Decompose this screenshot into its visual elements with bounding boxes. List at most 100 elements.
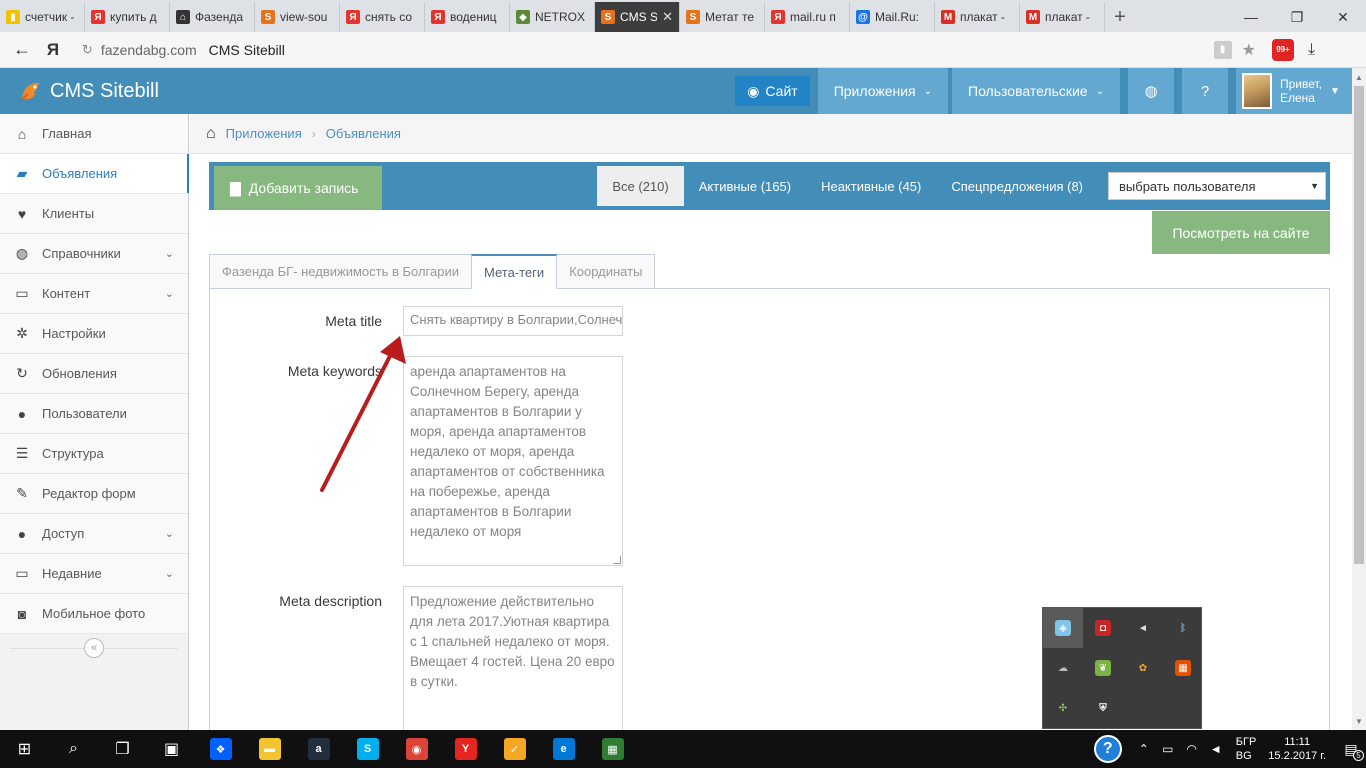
form-tab[interactable]: Мета-теги	[471, 254, 558, 289]
apps-dropdown[interactable]: Приложения ⌄	[817, 68, 949, 114]
back-arrow-icon[interactable]: ←	[0, 39, 44, 60]
close-tab-icon[interactable]: ✕	[662, 9, 673, 25]
page-scrollbar[interactable]: ▲ ▼	[1352, 68, 1366, 730]
store-icon[interactable]: ▣	[147, 730, 196, 768]
taskbar-app[interactable]: e	[539, 730, 588, 768]
tray-item[interactable]: ◄	[1123, 608, 1163, 648]
browser-tab[interactable]: ◆ NETROX	[510, 2, 595, 32]
sidebar-item[interactable]: ☰ Структура	[0, 434, 188, 474]
download-icon[interactable]: ⤓	[1308, 41, 1315, 59]
home-icon[interactable]: ⌂	[206, 125, 216, 143]
minimize-icon[interactable]: —	[1228, 2, 1274, 32]
taskbar-app[interactable]: ▬	[245, 730, 294, 768]
windows-start-icon[interactable]: ⊞	[0, 730, 49, 768]
user-menu-dropdown[interactable]: Пользовательские ⌄	[952, 68, 1120, 114]
volume-icon[interactable]: ◄	[1204, 742, 1228, 756]
user-select-dropdown[interactable]: выбрать пользователя ▼	[1108, 172, 1326, 200]
notification-center-icon[interactable]: ▤ 5	[1336, 730, 1366, 768]
tray-item[interactable]: ᛒ	[1163, 608, 1203, 648]
sidebar-item[interactable]: ⌂ Главная	[0, 114, 188, 154]
help-circle-icon[interactable]: ?	[1093, 735, 1122, 763]
meta-keywords-textarea[interactable]: аренда апартаментов на Солнечном Берегу,…	[403, 356, 623, 566]
sidebar-item[interactable]: ♥ Клиенты	[0, 194, 188, 234]
browser-tab[interactable]: Mплакат -	[935, 2, 1020, 32]
browser-tab[interactable]: ▮ счетчик -	[0, 2, 85, 32]
browser-tab[interactable]: @ Mail.Ru:	[850, 2, 935, 32]
lock-icon[interactable]: ▮	[1213, 40, 1232, 59]
taskbar-app[interactable]: ❖	[196, 730, 245, 768]
input-language[interactable]: БГР BG	[1236, 735, 1257, 763]
add-record-button[interactable]: ▇ Добавить запись	[214, 166, 382, 210]
taskbar-app[interactable]: a	[294, 730, 343, 768]
tray-item[interactable]: ◘	[1083, 608, 1123, 648]
tray-item[interactable]: ⛨	[1083, 688, 1123, 728]
sidebar-item[interactable]: ↻ Обновления	[0, 354, 188, 394]
sidebar-item[interactable]: ● Доступ ⌄	[0, 514, 188, 554]
add-record-label: Добавить запись	[248, 180, 359, 196]
status-filter-tab[interactable]: Неактивные (45)	[806, 166, 936, 206]
chevron-up-icon[interactable]: ⌃	[1132, 742, 1156, 756]
taskbar-app[interactable]: ◉	[392, 730, 441, 768]
globe-button[interactable]: ◍	[1128, 68, 1174, 114]
tray-item[interactable]: ▦	[1163, 648, 1203, 688]
search-icon[interactable]: ⌕	[49, 730, 98, 768]
new-tab-button[interactable]: +	[1105, 2, 1135, 32]
site-button[interactable]: ◉ Сайт	[735, 76, 810, 106]
user-profile-menu[interactable]: Привет, Елена ▼	[1236, 68, 1352, 114]
wifi-icon[interactable]: ◠	[1180, 742, 1204, 756]
sidebar-item[interactable]: ▭ Контент ⌄	[0, 274, 188, 314]
taskbar-app[interactable]: Y	[441, 730, 490, 768]
status-filter-tab[interactable]: Все (210)	[597, 166, 684, 206]
restore-icon[interactable]: ❐	[1274, 2, 1320, 32]
reload-icon[interactable]: ↻	[82, 42, 93, 58]
close-window-icon[interactable]: ✕	[1320, 2, 1366, 32]
meta-title-input[interactable]: Снять квартиру в Болгарии,Солнечный Бере…	[403, 306, 623, 336]
extension-badge-icon[interactable]: 99+	[1272, 38, 1294, 61]
tab-favicon-icon: ◆	[516, 10, 530, 24]
browser-tab[interactable]: S CMS S ✕	[595, 2, 680, 32]
browser-tab[interactable]: S Метат те	[680, 2, 765, 32]
tray-item[interactable]: ✣	[1043, 688, 1083, 728]
taskbar-app[interactable]: ▦	[588, 730, 637, 768]
scroll-up-icon[interactable]: ▲	[1352, 70, 1366, 84]
status-filter-tab[interactable]: Спецпредложения (8)	[936, 166, 1098, 206]
brand[interactable]: CMS Sitebill	[0, 78, 159, 104]
resize-handle-icon[interactable]	[613, 556, 621, 564]
sidebar-item[interactable]: ● Пользователи	[0, 394, 188, 434]
taskbar-app[interactable]: ✓	[490, 730, 539, 768]
browser-tab[interactable]: ⌂ Фазенда	[170, 2, 255, 32]
breadcrumb-link-ads[interactable]: Объявления	[326, 126, 401, 141]
help-button[interactable]: ?	[1182, 68, 1228, 114]
browser-tab[interactable]: Яmail.ru п	[765, 2, 850, 32]
tray-item[interactable]: ✿	[1123, 648, 1163, 688]
tray-item[interactable]: ❦	[1083, 648, 1123, 688]
status-filter-tab[interactable]: Активные (165)	[684, 166, 806, 206]
browser-tab[interactable]: Mплакат -	[1020, 2, 1105, 32]
form-tab[interactable]: Координаты	[556, 254, 656, 289]
sidebar-item[interactable]: ◙ Мобильное фото	[0, 594, 188, 634]
yandex-logo-icon[interactable]: Я	[44, 40, 62, 60]
battery-icon[interactable]: ▭	[1156, 742, 1180, 756]
bookmark-star-icon[interactable]: ★	[1242, 40, 1256, 60]
browser-tab[interactable]: Sview-sou	[255, 2, 340, 32]
sidebar-item[interactable]: ▭ Недавние ⌄	[0, 554, 188, 594]
tray-item[interactable]: ☁	[1043, 648, 1083, 688]
browser-tab[interactable]: Яводениц	[425, 2, 510, 32]
sidebar-item[interactable]: ◍ Справочники ⌄	[0, 234, 188, 274]
browser-tab[interactable]: Якупить д	[85, 2, 170, 32]
scrollbar-thumb[interactable]	[1354, 86, 1364, 564]
sidebar-item[interactable]: ▰ Объявления	[0, 154, 189, 194]
clock[interactable]: 11:11 15.2.2017 г.	[1268, 735, 1326, 763]
task-view-icon[interactable]: ❐	[98, 730, 147, 768]
breadcrumb-link-apps[interactable]: Приложения	[226, 126, 302, 141]
sidebar-item[interactable]: ✲ Настройки	[0, 314, 188, 354]
taskbar-app[interactable]: S	[343, 730, 392, 768]
collapse-sidebar-icon[interactable]: «	[84, 638, 104, 658]
scroll-down-icon[interactable]: ▼	[1352, 714, 1366, 728]
view-on-site-button[interactable]: Посмотреть на сайте	[1152, 211, 1330, 254]
browser-tab[interactable]: Яснять со	[340, 2, 425, 32]
url-field[interactable]: ↻ fazendabg.com CMS Sitebill ▮ ★	[76, 37, 1256, 63]
tray-item[interactable]: ◈	[1043, 608, 1083, 648]
sidebar-item[interactable]: ✎ Редактор форм	[0, 474, 188, 514]
form-tab[interactable]: Фазенда БГ- недвижимость в Болгарии	[209, 254, 472, 289]
